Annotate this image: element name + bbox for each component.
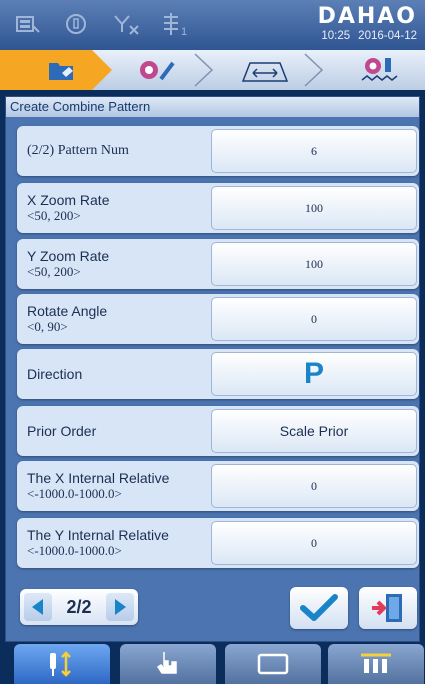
machine-icon	[14, 10, 42, 38]
param-label: The Y Internal Relative <-1000.0-1000.0>	[27, 518, 227, 568]
brand-name: DAHAO	[317, 4, 417, 29]
prior-order-button[interactable]: Scale Prior	[211, 409, 417, 453]
head-count-icon: 1	[160, 10, 196, 38]
direction-button[interactable]: P	[211, 352, 417, 396]
param-label: X Zoom Rate <50, 200>	[27, 183, 207, 233]
x-zoom-rate-field[interactable]: 100	[211, 186, 417, 230]
param-label-text: Prior Order	[27, 423, 97, 439]
mode-bar	[0, 50, 425, 90]
param-label-text: The X Internal Relative	[27, 470, 170, 486]
param-row-rotate-angle: Rotate Angle <0, 90> 0	[17, 294, 419, 344]
x-internal-relative-field[interactable]: 0	[211, 464, 417, 508]
arrow-right-icon	[115, 599, 126, 615]
confirm-button[interactable]	[290, 587, 348, 629]
param-label: Prior Order	[27, 406, 207, 456]
y-internal-relative-field[interactable]: 0	[211, 521, 417, 565]
needle-mode-icon	[50, 651, 71, 677]
pager: 2/2	[20, 589, 138, 625]
param-label: (2/2) Pattern Num	[27, 126, 207, 176]
y-zoom-rate-field[interactable]: 100	[211, 242, 417, 286]
design-edit-mode-icon[interactable]	[130, 50, 184, 90]
head-count-label: 1	[181, 26, 187, 38]
param-range: <-1000.0-1000.0>	[27, 543, 122, 558]
clock-time: 10:25	[321, 30, 351, 42]
param-label: Direction	[27, 349, 207, 399]
exit-button[interactable]	[359, 587, 417, 629]
param-label-text: (2/2) Pattern Num	[27, 143, 129, 158]
exit-door-icon	[372, 594, 402, 622]
param-row-pattern-num: (2/2) Pattern Num 6	[17, 126, 419, 176]
signal-off-icon	[112, 10, 140, 38]
frame-move-mode-icon[interactable]	[236, 50, 294, 90]
param-label: Y Zoom Rate <50, 200>	[27, 239, 207, 289]
touch-hand-icon	[156, 652, 177, 674]
param-label: The X Internal Relative <-1000.0-1000.0>	[27, 461, 227, 511]
brand-block: DAHAO 10:25 2016-04-12	[317, 4, 417, 43]
nav-needle-bar[interactable]	[328, 644, 424, 684]
embroider-mode-icon[interactable]	[350, 50, 410, 90]
param-label-text: Direction	[27, 366, 83, 382]
param-range: <-1000.0-1000.0>	[27, 486, 122, 501]
next-page-button[interactable]	[106, 593, 134, 621]
checkmark-icon	[300, 594, 338, 621]
nav-needle-mode[interactable]	[14, 644, 110, 684]
pattern-num-field[interactable]: 6	[211, 129, 417, 173]
param-label-text: X Zoom Rate	[27, 192, 110, 208]
panel-title: Create Combine Pattern	[6, 97, 419, 117]
status-bar: 1 DAHAO 10:25 2016-04-12	[0, 0, 425, 50]
param-range: <0, 90>	[27, 319, 68, 334]
param-row-x-internal-relative: The X Internal Relative <-1000.0-1000.0>…	[17, 461, 419, 511]
param-row-prior-order: Prior Order Scale Prior	[17, 406, 419, 456]
bottom-nav	[0, 642, 425, 684]
param-label-text: Rotate Angle	[27, 303, 108, 319]
rotate-angle-field[interactable]: 0	[211, 297, 417, 341]
param-label-text: The Y Internal Relative	[27, 527, 169, 543]
nav-touch[interactable]	[120, 644, 216, 684]
param-label-text: Y Zoom Rate	[27, 248, 110, 264]
needle-icon	[62, 10, 90, 38]
param-range: <50, 200>	[27, 208, 81, 223]
param-row-y-zoom: Y Zoom Rate <50, 200> 100	[17, 239, 419, 289]
param-row-x-zoom: X Zoom Rate <50, 200> 100	[17, 183, 419, 233]
folder-mode-icon[interactable]	[38, 50, 86, 90]
needle-bar-icon	[361, 653, 391, 673]
prev-page-button[interactable]	[24, 593, 52, 621]
param-row-y-internal-relative: The Y Internal Relative <-1000.0-1000.0>…	[17, 518, 419, 568]
param-row-direction: Direction P	[17, 349, 419, 399]
page-indicator: 2/2	[66, 597, 92, 617]
param-label: Rotate Angle <0, 90>	[27, 294, 207, 344]
arrow-left-icon	[32, 599, 43, 615]
nav-frame[interactable]	[225, 644, 321, 684]
frame-icon	[257, 653, 289, 675]
param-range: <50, 200>	[27, 264, 81, 279]
clock-date: 2016-04-12	[358, 30, 417, 42]
